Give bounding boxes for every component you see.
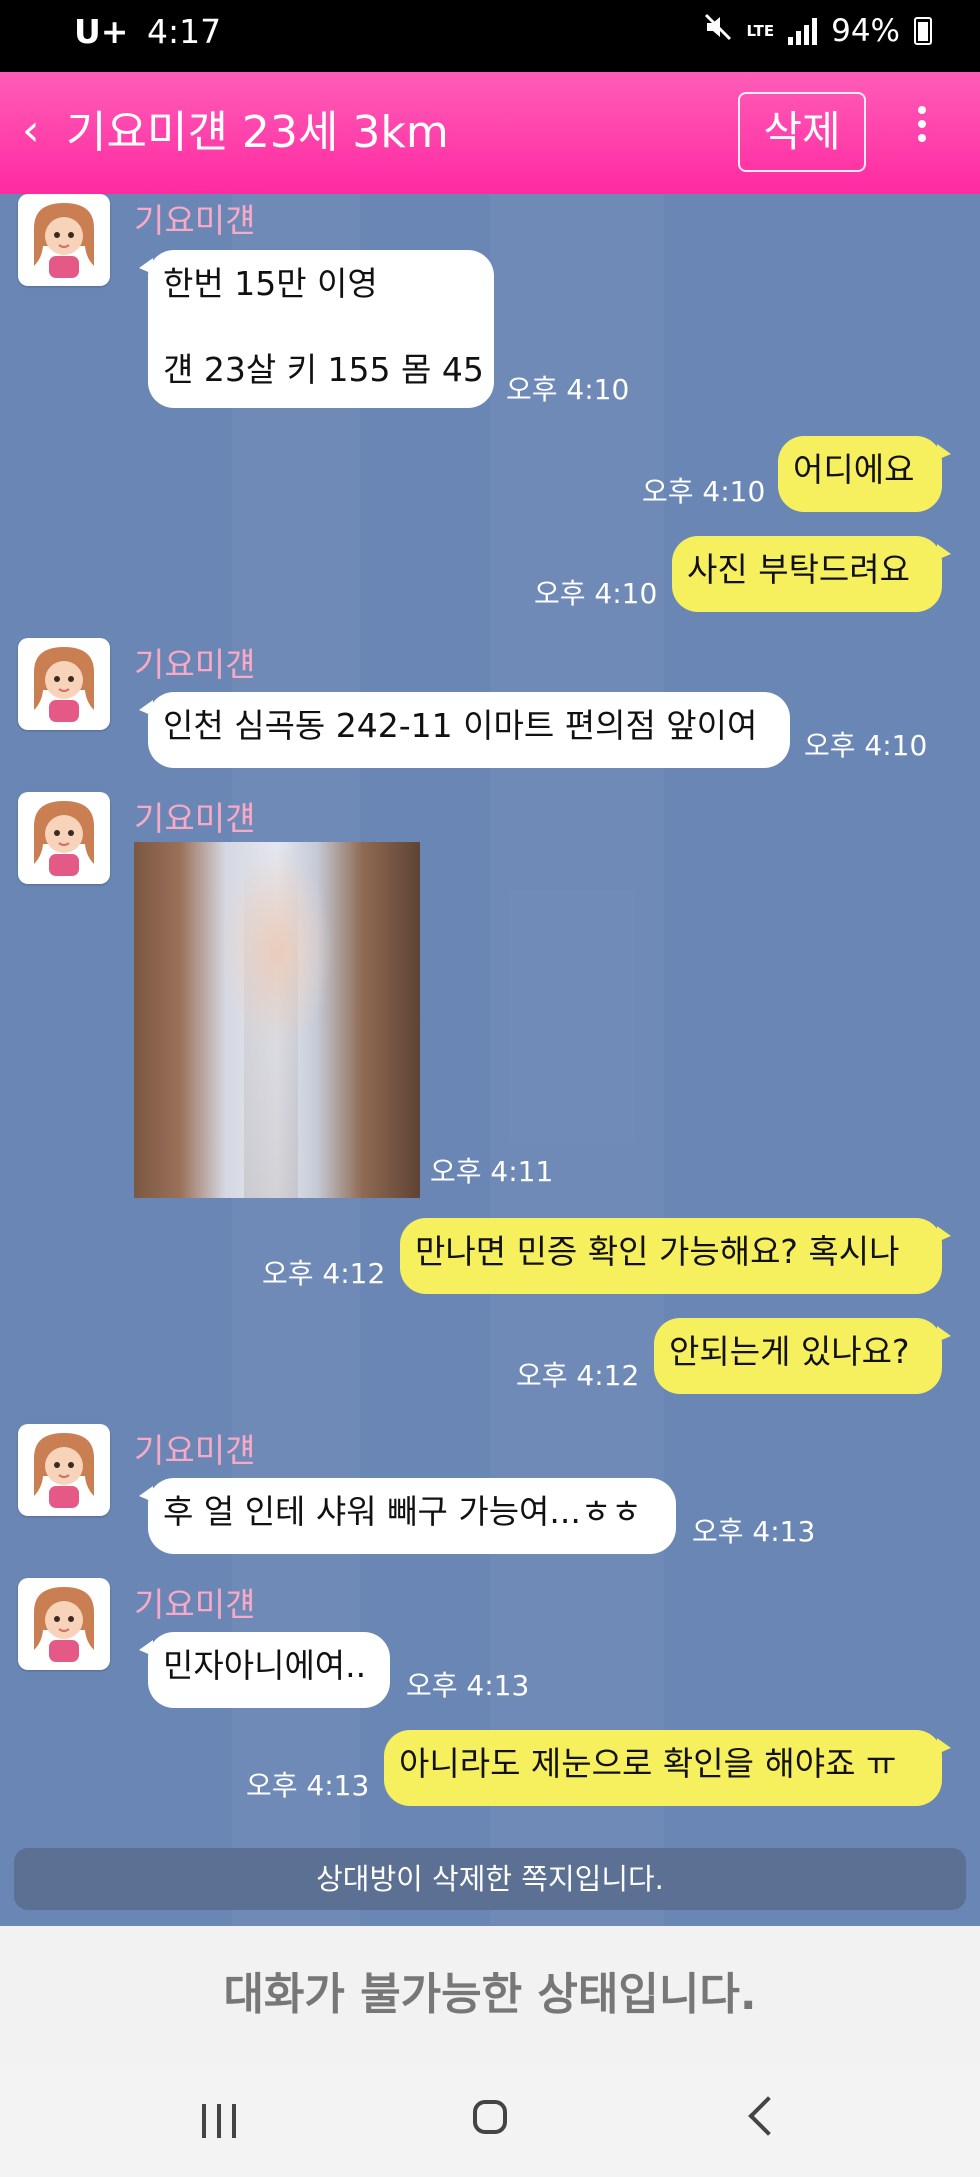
network-type: LTE (746, 22, 775, 40)
message-bubble-incoming[interactable]: 인천 심곡동 242-11 이마트 편의점 앞이여 (139, 692, 790, 768)
status-right: LTE 94% (703, 12, 932, 50)
battery-icon (914, 17, 932, 45)
signal-icon (788, 17, 818, 45)
message-time: 오후 4:10 (506, 373, 630, 406)
message-bubble-outgoing[interactable]: 만나면 민증 확인 가능해요? 혹시나 (400, 1218, 951, 1294)
battery-percent: 94% (831, 13, 900, 49)
avatar[interactable] (18, 194, 110, 286)
message-bubble-outgoing[interactable]: 안되는게 있나요? (654, 1318, 951, 1394)
message-bubble-incoming[interactable]: 민자아니에여.. (139, 1632, 390, 1708)
home-icon[interactable] (473, 2100, 507, 2134)
status-left: U+ 4:17 (74, 12, 221, 51)
message-text-line (163, 305, 479, 348)
message-time: 오후 4:13 (246, 1769, 370, 1802)
message-time: 오후 4:12 (516, 1359, 640, 1392)
status-bar: U+ 4:17 LTE 94% (0, 0, 980, 72)
carrier-label: U+ (74, 12, 129, 51)
avatar[interactable] (18, 792, 110, 884)
sender-name: 기요미걘 (134, 799, 256, 838)
message-bubble-outgoing[interactable]: 사진 부탁드려요 (672, 536, 951, 612)
kebab-menu-icon[interactable] (912, 100, 932, 160)
avatar[interactable] (18, 1578, 110, 1670)
sender-name: 기요미걘 (134, 1585, 256, 1624)
message-image[interactable] (134, 842, 420, 1198)
chat-title: 기요미걘 23세 3km (66, 107, 449, 158)
message-text-line: 한번 15만 이영 (163, 264, 378, 303)
clock: 4:17 (146, 12, 222, 51)
sender-name: 기요미걘 (134, 201, 256, 240)
message-bubble-incoming[interactable]: 한번 15만 이영 걘 23살 키 155 몸 45 (139, 250, 494, 408)
message-bubble-incoming[interactable]: 후 얼 인테 샤워 빼구 가능여...ㅎㅎ (139, 1478, 676, 1554)
message-time: 오후 4:10 (642, 475, 766, 508)
chat-unavailable-banner: 대화가 불가능한 상태입니다. (0, 1926, 980, 2064)
back-icon[interactable] (748, 2096, 788, 2136)
deleted-message-notice: 상대방이 삭제한 쪽지입니다. (14, 1848, 966, 1910)
message-list[interactable]: 기요미걘 한번 15만 이영 걘 23살 키 155 몸 45 오후 4:10 … (0, 194, 980, 1926)
message-bubble-outgoing[interactable]: 어디에요 (778, 436, 951, 512)
system-nav-bar (0, 2064, 980, 2177)
message-time: 오후 4:10 (534, 577, 658, 610)
avatar[interactable] (18, 1424, 110, 1516)
delete-button[interactable]: 삭제 (738, 92, 866, 172)
message-time: 오후 4:13 (692, 1515, 816, 1548)
message-time: 오후 4:12 (262, 1257, 386, 1290)
message-text-line: 걘 23살 키 155 몸 45 (163, 350, 484, 389)
sender-name: 기요미걘 (134, 1431, 256, 1470)
chevron-left-icon[interactable]: ‹ (22, 106, 40, 156)
message-time: 오후 4:13 (406, 1669, 530, 1702)
avatar[interactable] (18, 638, 110, 730)
message-time: 오후 4:11 (430, 1155, 554, 1188)
chat-header: ‹ 기요미걘 23세 3km 삭제 (0, 72, 980, 194)
message-bubble-outgoing[interactable]: 아니라도 제눈으로 확인을 해야죠 ㅠ (384, 1730, 951, 1806)
mute-icon (703, 12, 733, 50)
recent-apps-icon[interactable] (202, 2104, 236, 2138)
message-time: 오후 4:10 (804, 729, 928, 762)
sender-name: 기요미걘 (134, 645, 256, 684)
